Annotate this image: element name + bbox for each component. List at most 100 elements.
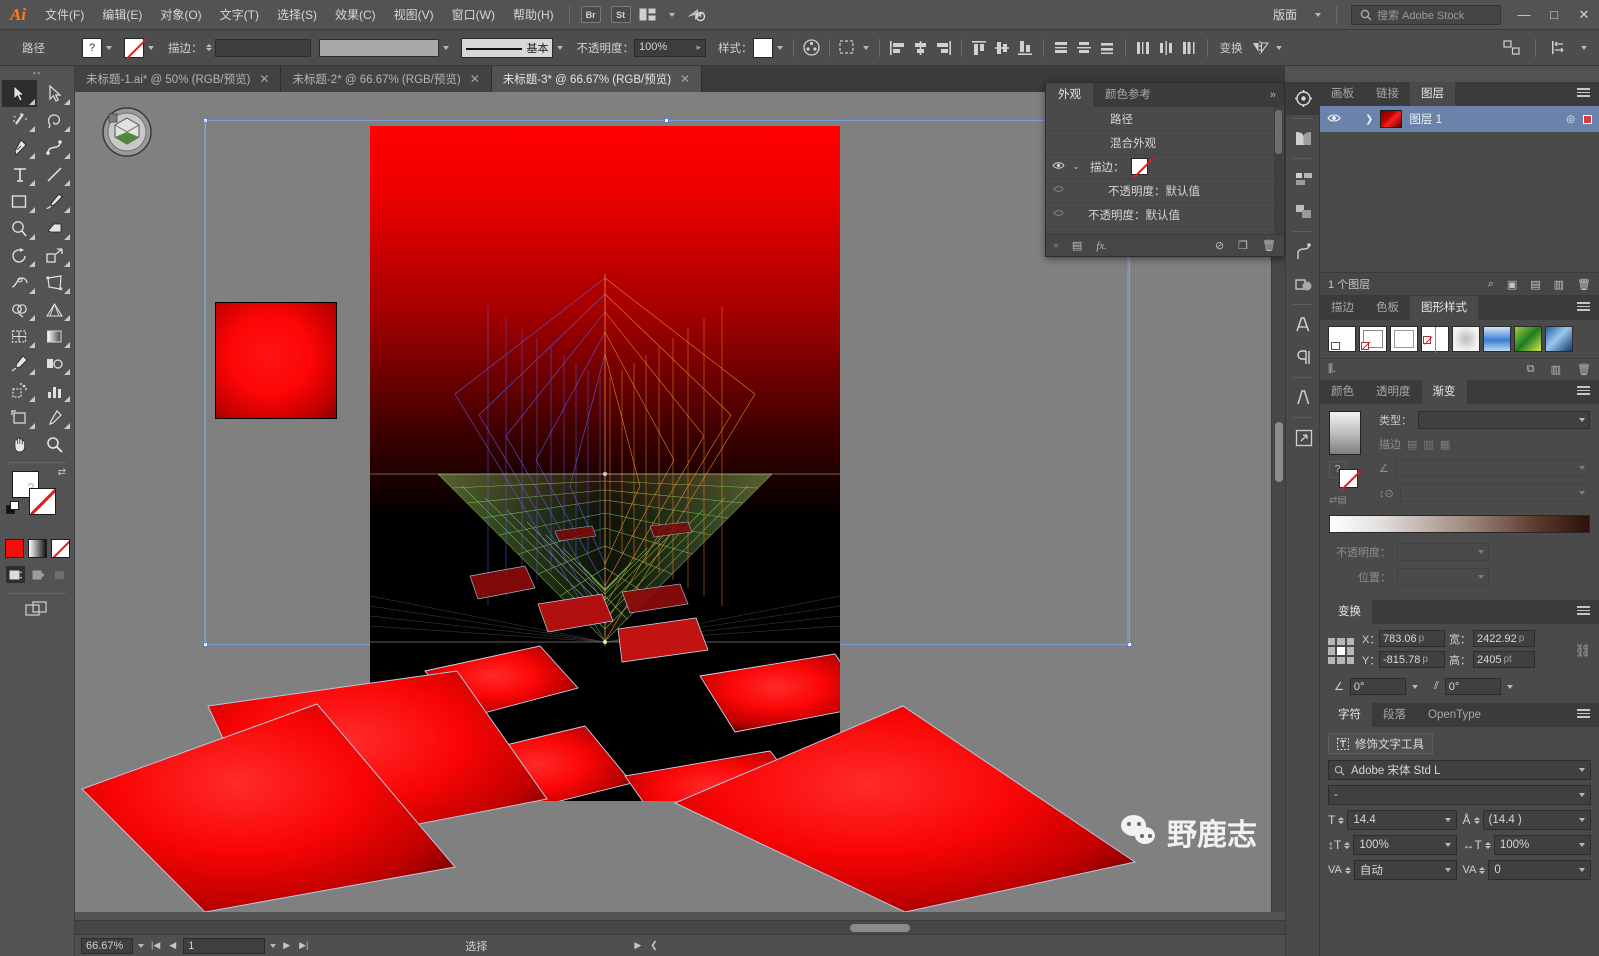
document-tab-3[interactable]: 未标题-3* @ 66.67% (RGB/预览) ✕ xyxy=(492,66,702,92)
distribute-center-horizontal-icon[interactable] xyxy=(1156,38,1177,58)
style-swatch-blue-gradient[interactable] xyxy=(1483,326,1511,352)
prefs-chevron-down-icon[interactable] xyxy=(1577,39,1591,57)
close-icon[interactable]: ✕ xyxy=(680,72,690,86)
swap-fill-stroke-icon[interactable]: ⇄ xyxy=(58,467,66,478)
horizontal-scale-stepper[interactable] xyxy=(1485,842,1491,849)
distribute-left-icon[interactable] xyxy=(1133,38,1154,58)
close-icon[interactable]: ✕ xyxy=(470,72,480,86)
perspective-grid-tool[interactable] xyxy=(37,296,72,323)
bridge-icon[interactable]: Br xyxy=(581,6,601,23)
style-swatch-default[interactable] xyxy=(1328,326,1356,352)
mesh-tool[interactable] xyxy=(2,323,37,350)
stroke-weight-stepper[interactable] xyxy=(206,44,212,51)
stroke-gradient-within-icon[interactable]: ▤ xyxy=(1407,438,1417,451)
appearance-row-opacity[interactable]: 不透明度：默认值 xyxy=(1046,203,1284,227)
status-flyout-icon[interactable]: ▶ xyxy=(632,940,643,951)
sync-settings-icon[interactable] xyxy=(686,6,706,23)
character-panel-menu-icon[interactable] xyxy=(1568,707,1599,723)
preferences-icon[interactable] xyxy=(1549,38,1570,58)
gradient-tool[interactable] xyxy=(37,323,72,350)
artboard-number-input[interactable]: 1 xyxy=(183,938,265,954)
default-fill-stroke-icon[interactable] xyxy=(6,501,20,515)
workspace-switcher[interactable]: 版面 xyxy=(1264,0,1306,30)
expand-panels-icon[interactable]: » xyxy=(1262,89,1284,101)
leading-stepper[interactable] xyxy=(1474,817,1480,824)
first-artboard-button[interactable]: |◀ xyxy=(149,940,162,951)
align-top-icon[interactable] xyxy=(969,38,990,58)
menu-file[interactable]: 文件(F) xyxy=(36,0,93,30)
workspace-chevron-down-icon[interactable] xyxy=(1308,6,1328,23)
paintbrush-tool[interactable] xyxy=(37,188,72,215)
edit-toolbar-icon[interactable] xyxy=(25,600,49,621)
pathfinder-icon[interactable] xyxy=(1286,268,1321,301)
canvas-horizontal-scrollbar[interactable] xyxy=(75,920,1285,934)
chevron-down-icon[interactable]: ⌄ xyxy=(1072,161,1084,172)
tab-opentype[interactable]: OpenType xyxy=(1417,703,1492,727)
shear-chevron-down-icon[interactable] xyxy=(1507,685,1513,689)
tracking-stepper[interactable] xyxy=(1479,867,1485,874)
font-family-select[interactable]: Adobe 宋体 Std L xyxy=(1328,760,1591,780)
asset-export-icon[interactable] xyxy=(1286,421,1321,454)
visibility-eye-icon[interactable] xyxy=(1050,209,1066,220)
gradient-reverse-icon[interactable]: ⇄▤ xyxy=(1329,495,1371,506)
reference-point-selector[interactable] xyxy=(1328,638,1354,664)
appearance-row-stroke-opacity[interactable]: 不透明度：默认值 xyxy=(1046,179,1284,203)
kerning-input[interactable]: 自动 xyxy=(1354,860,1457,880)
gradient-location-input[interactable] xyxy=(1397,568,1489,586)
artboard-tool[interactable] xyxy=(2,404,37,431)
gradient-panel-menu-icon[interactable] xyxy=(1568,384,1599,400)
free-transform-tool[interactable] xyxy=(37,269,72,296)
brush-chevron-down-icon[interactable] xyxy=(553,39,567,57)
gradient-preview-swatch[interactable] xyxy=(1329,411,1361,455)
font-size-input[interactable]: 14.4 xyxy=(1347,810,1456,830)
stroke-swatch[interactable] xyxy=(124,38,144,58)
visibility-eye-icon[interactable] xyxy=(1050,161,1066,173)
none-button[interactable] xyxy=(51,539,70,558)
add-fx-icon[interactable]: fx. xyxy=(1096,240,1107,252)
layers-list-empty-area[interactable] xyxy=(1320,132,1599,272)
stroke-gradient-along-icon[interactable]: ▥ xyxy=(1423,438,1433,451)
menu-window[interactable]: 窗口(W) xyxy=(443,0,504,30)
brush-definition-select[interactable]: 基本 xyxy=(461,38,553,58)
add-new-stroke-icon[interactable]: ▫ xyxy=(1054,240,1058,252)
tab-artboards[interactable]: 画板 xyxy=(1320,82,1365,106)
gradient-angle-input[interactable] xyxy=(1395,459,1590,477)
normal-screen-mode-icon[interactable] xyxy=(6,566,25,583)
menu-object[interactable]: 对象(O) xyxy=(151,0,210,30)
style-swatch-soft-blur[interactable] xyxy=(1452,326,1480,352)
artboard[interactable] xyxy=(370,126,840,801)
style-swatch-blue-texture[interactable] xyxy=(1545,326,1573,352)
visibility-eye-icon[interactable] xyxy=(1050,185,1066,196)
align-middle-vertical-icon[interactable] xyxy=(992,38,1013,58)
eyedropper-tool[interactable] xyxy=(2,350,37,377)
graphic-styles-grid[interactable] xyxy=(1320,320,1599,358)
target-indicator-icon[interactable]: ◎ xyxy=(1566,114,1575,125)
appearance-row-stroke[interactable]: ⌄ 描边： xyxy=(1046,155,1284,179)
style-chevron-down-icon[interactable] xyxy=(773,39,787,57)
column-graph-tool[interactable] xyxy=(37,377,72,404)
horizontal-scale-input[interactable]: 100% xyxy=(1494,835,1591,855)
tab-appearance[interactable]: 外观 xyxy=(1046,83,1093,107)
profile-chevron-down-icon[interactable] xyxy=(439,39,453,57)
appearance-scrollbar[interactable] xyxy=(1274,107,1283,235)
full-screen-with-menu-icon[interactable] xyxy=(28,566,47,583)
prev-artboard-button[interactable]: ◀ xyxy=(167,940,178,951)
symbol-sprayer-strip-icon[interactable] xyxy=(1286,235,1321,268)
distribute-bottom-icon[interactable] xyxy=(1097,38,1118,58)
font-style-select[interactable]: - xyxy=(1328,785,1591,805)
tab-swatches[interactable]: 色板 xyxy=(1365,296,1410,320)
appearance-stroke-swatch[interactable] xyxy=(1131,158,1148,175)
selection-handle-tl[interactable] xyxy=(203,118,208,123)
tab-graphic-styles[interactable]: 图形样式 xyxy=(1410,296,1478,320)
selection-handle-tc[interactable] xyxy=(664,118,669,123)
constrain-proportions-icon[interactable]: ⛓ xyxy=(1574,643,1591,659)
document-setup-icon[interactable] xyxy=(1501,38,1522,58)
style-swatch-green-texture[interactable] xyxy=(1514,326,1542,352)
toolbar-drag-handle[interactable]: ▪▪ xyxy=(0,66,74,80)
tab-paragraph[interactable]: 段落 xyxy=(1372,703,1417,727)
duplicate-item-icon[interactable]: ❐ xyxy=(1238,239,1248,252)
shape-builder-tool[interactable] xyxy=(2,296,37,323)
artwork-rect-left[interactable] xyxy=(215,302,337,419)
vertical-scroll-thumb[interactable] xyxy=(1275,422,1283,482)
stroke-chevron-down-icon[interactable] xyxy=(144,39,158,57)
